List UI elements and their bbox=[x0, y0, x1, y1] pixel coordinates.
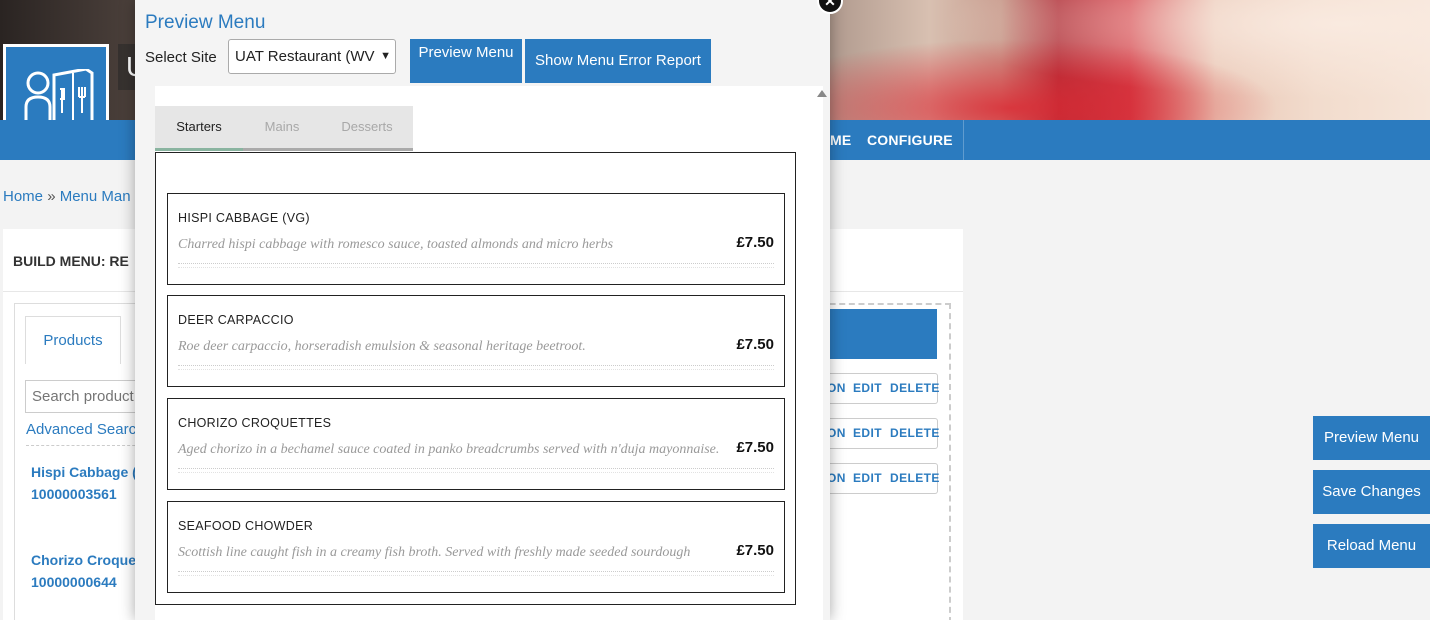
build-menu-title: BUILD MENU: RE bbox=[13, 253, 129, 269]
dotted-divider bbox=[178, 365, 774, 366]
dotted-divider bbox=[178, 472, 774, 473]
edit-link[interactable]: EDIT bbox=[853, 464, 882, 493]
product-code: 10000000644 bbox=[31, 574, 117, 590]
edit-link[interactable]: EDIT bbox=[853, 374, 882, 403]
menu-item-name: DEER CARPACCIO bbox=[178, 313, 294, 327]
breadcrumb: Home » Menu Man bbox=[3, 188, 131, 205]
menu-item-card: CHORIZO CROQUETTES Aged chorizo in a bec… bbox=[167, 398, 785, 490]
save-changes-button[interactable]: Save Changes bbox=[1313, 470, 1430, 514]
tab-underline bbox=[155, 148, 413, 151]
product-name: Chorizo Croque bbox=[31, 552, 136, 568]
menu-item-card: DEER CARPACCIO Roe deer carpaccio, horse… bbox=[167, 295, 785, 387]
menu-section-header[interactable] bbox=[820, 309, 937, 359]
nav-item-configure[interactable]: CONFIGURE bbox=[867, 120, 953, 160]
dotted-divider bbox=[178, 369, 774, 370]
active-tab-indicator bbox=[155, 148, 243, 151]
banner-photo-overlay bbox=[830, 0, 1430, 120]
dotted-divider bbox=[178, 263, 774, 264]
tab-starters[interactable]: Starters bbox=[155, 106, 243, 151]
breadcrumb-menu-link[interactable]: Menu Man bbox=[60, 188, 131, 205]
advanced-search-link[interactable]: Advanced Searc bbox=[26, 421, 136, 438]
nav-item-home[interactable]: ME bbox=[830, 120, 851, 160]
menu-item-name: CHORIZO CROQUETTES bbox=[178, 416, 332, 430]
preview-menu-modal-button[interactable]: Preview Menu bbox=[410, 39, 522, 83]
menu-item-name: HISPI CABBAGE (VG) bbox=[178, 211, 310, 225]
dotted-divider bbox=[178, 267, 774, 268]
tab-desserts[interactable]: Desserts bbox=[321, 106, 413, 151]
preview-menu-button[interactable]: Preview Menu bbox=[1313, 416, 1430, 460]
show-menu-error-report-button[interactable]: Show Menu Error Report bbox=[525, 39, 711, 83]
menu-preview-area: Starters Mains Desserts HISPI CABBAGE (V… bbox=[155, 86, 823, 620]
menu-item-description: Aged chorizo in a bechamel sauce coated … bbox=[178, 442, 720, 457]
menu-row-actions: ON EDIT DELETE bbox=[820, 463, 940, 494]
menu-item-price: £7.50 bbox=[736, 234, 774, 251]
modal-title: Preview Menu bbox=[145, 12, 266, 33]
site-select[interactable]: UAT Restaurant (WV ▼ bbox=[228, 39, 396, 74]
menu-item-name: SEAFOOD CHOWDER bbox=[178, 519, 314, 533]
menu-item-card: HISPI CABBAGE (VG) Charred hispi cabbage… bbox=[167, 193, 785, 285]
product-name: Hispi Cabbage (V bbox=[31, 464, 147, 480]
dotted-divider bbox=[178, 468, 774, 469]
site-select-value: UAT Restaurant (WV bbox=[235, 48, 375, 65]
course-tabs: Starters Mains Desserts bbox=[155, 106, 413, 151]
delete-link[interactable]: DELETE bbox=[890, 419, 940, 448]
scroll-up-arrow-icon[interactable] bbox=[817, 90, 827, 97]
preview-menu-modal: Preview Menu Select Site UAT Restaurant … bbox=[135, 0, 830, 620]
menu-items-frame: HISPI CABBAGE (VG) Charred hispi cabbage… bbox=[155, 152, 796, 605]
delete-link[interactable]: DELETE bbox=[890, 464, 940, 493]
product-code: 10000003561 bbox=[31, 486, 117, 502]
breadcrumb-home-link[interactable]: Home bbox=[3, 188, 43, 205]
product-list-item[interactable]: Hispi Cabbage (V 10000003561 bbox=[31, 461, 146, 505]
chevron-down-icon: ▼ bbox=[380, 50, 391, 62]
product-list-item[interactable]: Chorizo Croque 10000000644 bbox=[31, 549, 136, 593]
menu-item-description: Roe deer carpaccio, horseradish emulsion… bbox=[178, 339, 586, 354]
menu-row-actions: ON EDIT DELETE bbox=[820, 418, 940, 449]
menu-row-actions: ON EDIT DELETE bbox=[820, 373, 940, 404]
select-site-label: Select Site bbox=[145, 49, 217, 66]
dotted-divider bbox=[178, 575, 774, 576]
menu-item-price: £7.50 bbox=[736, 439, 774, 456]
delete-link[interactable]: DELETE bbox=[890, 374, 940, 403]
menu-item-price: £7.50 bbox=[736, 542, 774, 559]
tab-products[interactable]: Products bbox=[25, 316, 121, 364]
menu-item-description: Scottish line caught fish in a creamy fi… bbox=[178, 545, 691, 560]
edit-link[interactable]: EDIT bbox=[853, 419, 882, 448]
reload-menu-button[interactable]: Reload Menu bbox=[1313, 524, 1430, 568]
menu-item-price: £7.50 bbox=[736, 336, 774, 353]
dotted-divider bbox=[178, 571, 774, 572]
breadcrumb-separator: » bbox=[47, 188, 56, 205]
tab-mains[interactable]: Mains bbox=[243, 106, 321, 151]
menu-item-card: SEAFOOD CHOWDER Scottish line caught fis… bbox=[167, 501, 785, 593]
menu-item-description: Charred hispi cabbage with romesco sauce… bbox=[178, 237, 614, 252]
nav-divider bbox=[963, 120, 964, 160]
